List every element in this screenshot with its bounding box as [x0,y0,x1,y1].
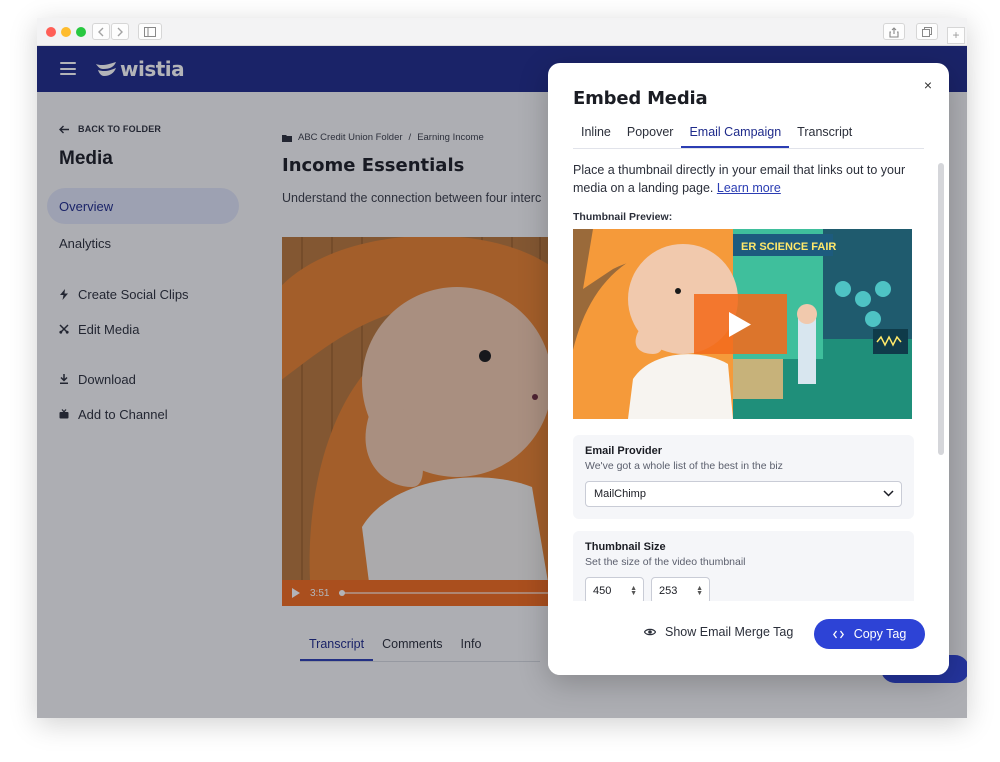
close-window-button[interactable] [46,27,56,37]
stepper-icon[interactable]: ▲ ▼ [630,585,637,597]
tab-inline[interactable]: Inline [573,123,619,148]
email-provider-title: Email Provider [585,445,663,457]
embed-media-modal: Embed Media × Inline Popover Email Campa… [548,63,949,675]
email-provider-subtitle: We've got a whole list of the best in th… [585,460,783,472]
page: + wistia BACK TO FOLDER Media Overview A… [0,0,1000,762]
embed-tabs: Inline Popover Email Campaign Transcript [573,123,924,149]
tab-transcript[interactable]: Transcript [789,123,860,148]
maximize-window-button[interactable] [76,27,86,37]
stepper-icon[interactable]: ▲ ▼ [696,585,703,597]
thumbnail-size-subtitle: Set the size of the video thumbnail [585,556,746,568]
thumbnail-preview-label: Thumbnail Preview: [573,211,673,223]
email-provider-panel: Email Provider We've got a whole list of… [573,435,914,519]
email-provider-select[interactable]: MailChimp [585,481,902,507]
share-icon [889,27,899,38]
thumbnail-height-value: 253 [659,585,678,597]
thumbnail-height-input[interactable]: 253 ▲ ▼ [651,577,710,601]
sidebar-toggle-button[interactable] [138,23,162,40]
eye-icon [644,628,656,636]
modal-scrollbar[interactable] [938,163,944,455]
close-icon[interactable]: × [919,76,937,94]
email-provider-value: MailChimp [594,488,646,500]
thumbnail-size-panel: Thumbnail Size Set the size of the video… [573,531,914,601]
show-email-merge-tag-button[interactable]: Show Email Merge Tag [644,625,793,639]
tabs-button[interactable] [916,23,938,40]
thumbnail-size-title: Thumbnail Size [585,541,666,553]
play-button[interactable] [694,294,787,354]
sidebar-icon [144,27,156,37]
chevron-down-icon [883,490,894,497]
copy-tag-label: Copy Tag [853,627,907,641]
intro-text: Place a thumbnail directly in your email… [573,161,919,197]
back-button[interactable] [92,23,110,40]
learn-more-link[interactable]: Learn more [717,181,781,195]
thumbnail-preview[interactable]: ER SCIENCE FAIR [573,229,912,419]
play-icon [729,312,751,337]
minimize-window-button[interactable] [61,27,71,37]
tabs-icon [922,27,932,37]
copy-tag-button[interactable]: Copy Tag [814,619,925,649]
modal-body: Place a thumbnail directly in your email… [573,161,919,601]
thumbnail-width-value: 450 [593,585,612,597]
new-tab-button[interactable]: + [947,27,965,44]
share-button[interactable] [883,23,905,40]
chevron-right-icon [117,27,123,37]
browser-toolbar: + [37,18,967,46]
forward-button[interactable] [111,23,129,40]
modal-footer: Show Email Merge Tag Copy Tag [548,601,949,675]
science-fair-sign: ER SCIENCE FAIR [741,241,836,253]
code-icon [832,630,844,638]
tab-email-campaign[interactable]: Email Campaign [681,123,790,148]
show-email-merge-tag-label: Show Email Merge Tag [665,625,794,639]
chevron-left-icon [98,27,104,37]
tab-popover[interactable]: Popover [619,123,682,148]
thumbnail-width-input[interactable]: 450 ▲ ▼ [585,577,644,601]
modal-title: Embed Media [573,88,708,109]
